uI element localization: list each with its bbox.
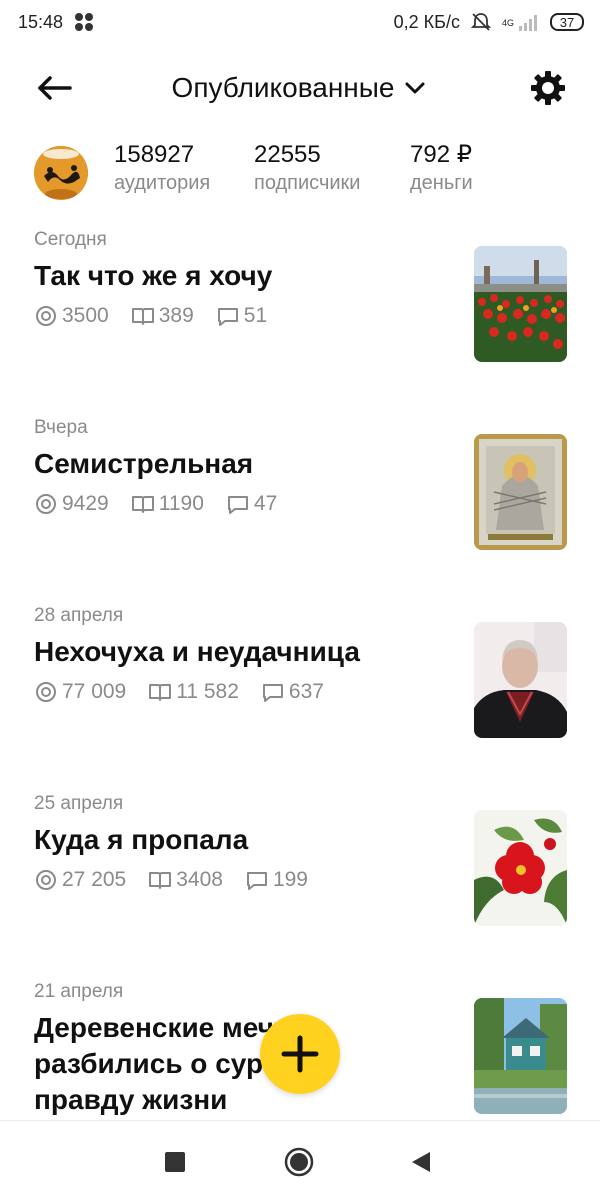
views-metric: 27 205 (34, 868, 126, 892)
article-card[interactable]: Вчера Семистрельная 9429 1190 47 (34, 416, 567, 550)
avatar[interactable] (34, 146, 88, 200)
comments-metric: 51 (216, 304, 267, 328)
stat-value: 158927 (114, 141, 195, 168)
signal-icon (519, 15, 537, 31)
article-title: Куда я пропала (34, 824, 249, 855)
book-icon (149, 872, 172, 889)
article-title: Так что же я хочу (34, 260, 273, 291)
comment-icon (227, 496, 248, 514)
comment-icon (262, 684, 283, 702)
views-count: 3500 (62, 304, 109, 327)
triangle-back-icon[interactable] (406, 1147, 436, 1177)
status-time: 15:48 (18, 11, 64, 32)
mute-bell-icon (470, 13, 492, 31)
reads-metric: 389 (131, 304, 194, 328)
woman-portrait-image[interactable] (474, 622, 567, 738)
garden-flowers-image[interactable] (474, 246, 567, 362)
eye-icon (36, 870, 56, 890)
publication-filter-dropdown[interactable]: Опубликованные (140, 58, 460, 118)
views-metric: 3500 (34, 304, 109, 328)
create-post-button[interactable] (260, 1014, 340, 1094)
views-metric: 9429 (34, 492, 109, 516)
stat-value: 22555 (254, 141, 321, 168)
book-icon (149, 684, 172, 701)
views-count: 77 009 (62, 680, 127, 703)
book-icon (131, 496, 154, 513)
views-count: 9429 (62, 492, 109, 515)
stat-label: подписчики (254, 172, 361, 194)
status-bar: 15:48 0,2 КБ/с 4G 37 (0, 0, 600, 44)
reads-count: 389 (158, 304, 194, 327)
article-card[interactable]: 25 апреля Куда я пропала 27 205 3408 199 (34, 792, 567, 926)
comments-count: 637 (288, 680, 324, 703)
village-house-image[interactable] (474, 998, 567, 1114)
stat-label: деньги (410, 172, 473, 194)
article-card[interactable]: 28 апреля Нехочуха и неудачница 77 009 1… (34, 604, 567, 738)
reads-count: 3408 (176, 868, 223, 891)
views-count: 27 205 (62, 868, 127, 891)
reads-count: 11 582 (176, 680, 239, 703)
battery-icon: 37 (550, 13, 584, 31)
article-title: Нехочуха и неудачница (34, 636, 360, 667)
reads-metric: 1190 (131, 492, 204, 516)
square-icon[interactable] (160, 1147, 190, 1177)
views-metric: 77 009 (34, 680, 126, 704)
comments-metric: 199 (245, 868, 308, 892)
reads-metric: 3408 (148, 868, 223, 892)
eye-icon (36, 306, 56, 326)
article-title: Семистрельная (34, 448, 254, 479)
stat-audience[interactable]: 158927 аудитория (114, 140, 210, 196)
comments-count: 199 (272, 868, 308, 891)
stat-label: аудитория (114, 172, 211, 194)
comment-icon (217, 308, 238, 326)
icon-painting-image[interactable] (474, 434, 567, 550)
gear-icon[interactable] (530, 70, 566, 106)
comments-metric: 637 (261, 680, 324, 704)
comment-icon (246, 872, 267, 890)
red-flower-image[interactable] (474, 810, 567, 926)
eye-icon (36, 682, 56, 702)
notification-dots-icon (75, 13, 94, 31)
header: Опубликованные (0, 58, 600, 118)
article-card[interactable]: Сегодня Так что же я хочу 3500 389 51 (34, 228, 567, 362)
eye-icon (36, 494, 56, 514)
article-title: Деревенские мечты разбились о суровую пр… (34, 1012, 337, 1115)
arrow-left-icon[interactable] (34, 68, 74, 108)
reads-count: 1190 (158, 492, 204, 515)
comments-count: 47 (253, 492, 278, 515)
system-nav-bar (0, 1120, 600, 1201)
stat-money[interactable]: 792 ₽ деньги (410, 140, 473, 196)
author-stats: 158927 аудитория 22555 подписчики 792 ₽ … (34, 140, 574, 202)
stat-value: 792 ₽ (410, 141, 472, 168)
circle-icon[interactable] (284, 1147, 314, 1177)
chevron-down-icon (405, 82, 425, 94)
network-speed: 0,2 КБ/с (393, 11, 460, 32)
comments-count: 51 (243, 304, 268, 327)
reads-metric: 11 582 (148, 680, 239, 704)
book-icon (131, 308, 154, 325)
stat-subscribers[interactable]: 22555 подписчики (254, 140, 360, 196)
plus-icon (281, 1035, 319, 1073)
comments-metric: 47 (226, 492, 277, 516)
page-title: Опубликованные (171, 72, 395, 103)
network-type: 4G (501, 17, 514, 28)
